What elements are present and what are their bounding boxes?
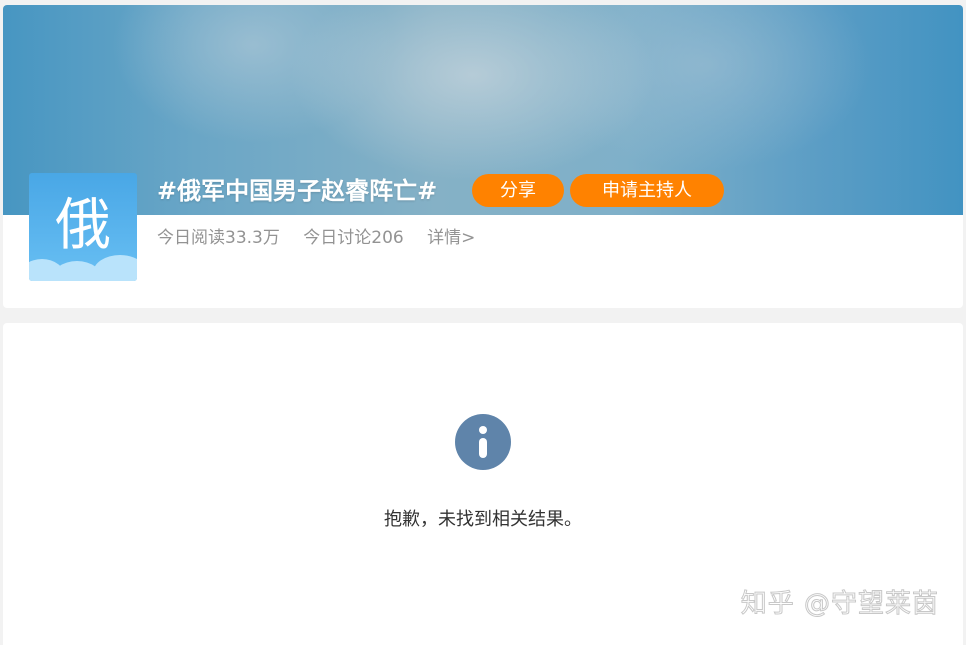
topic-header-card: 俄 #俄军中国男子赵睿阵亡# 分享 申请主持人 今日阅读33.3万 今日讨论20… <box>3 5 963 308</box>
topic-title: #俄军中国男子赵睿阵亡# <box>157 177 438 205</box>
info-icon <box>455 414 511 470</box>
avatar-character: 俄 <box>55 193 111 258</box>
apply-host-button[interactable]: 申请主持人 <box>570 174 724 207</box>
no-results-message: 抱歉，未找到相关结果。 <box>384 509 582 530</box>
info-icon-bar <box>479 438 487 458</box>
share-button[interactable]: 分享 <box>472 174 564 207</box>
topic-stats: 今日阅读33.3万 今日讨论206 详情> <box>157 225 493 251</box>
today-reads: 今日阅读33.3万 <box>157 228 280 248</box>
today-discussions: 今日讨论206 <box>303 228 404 248</box>
info-icon-dot <box>479 426 487 434</box>
topic-avatar: 俄 <box>29 173 137 281</box>
search-result-card: 抱歉，未找到相关结果。 知乎 @守望莱茵 <box>3 323 963 645</box>
details-link[interactable]: 详情> <box>427 228 475 248</box>
watermark: 知乎 @守望莱茵 <box>740 589 939 620</box>
